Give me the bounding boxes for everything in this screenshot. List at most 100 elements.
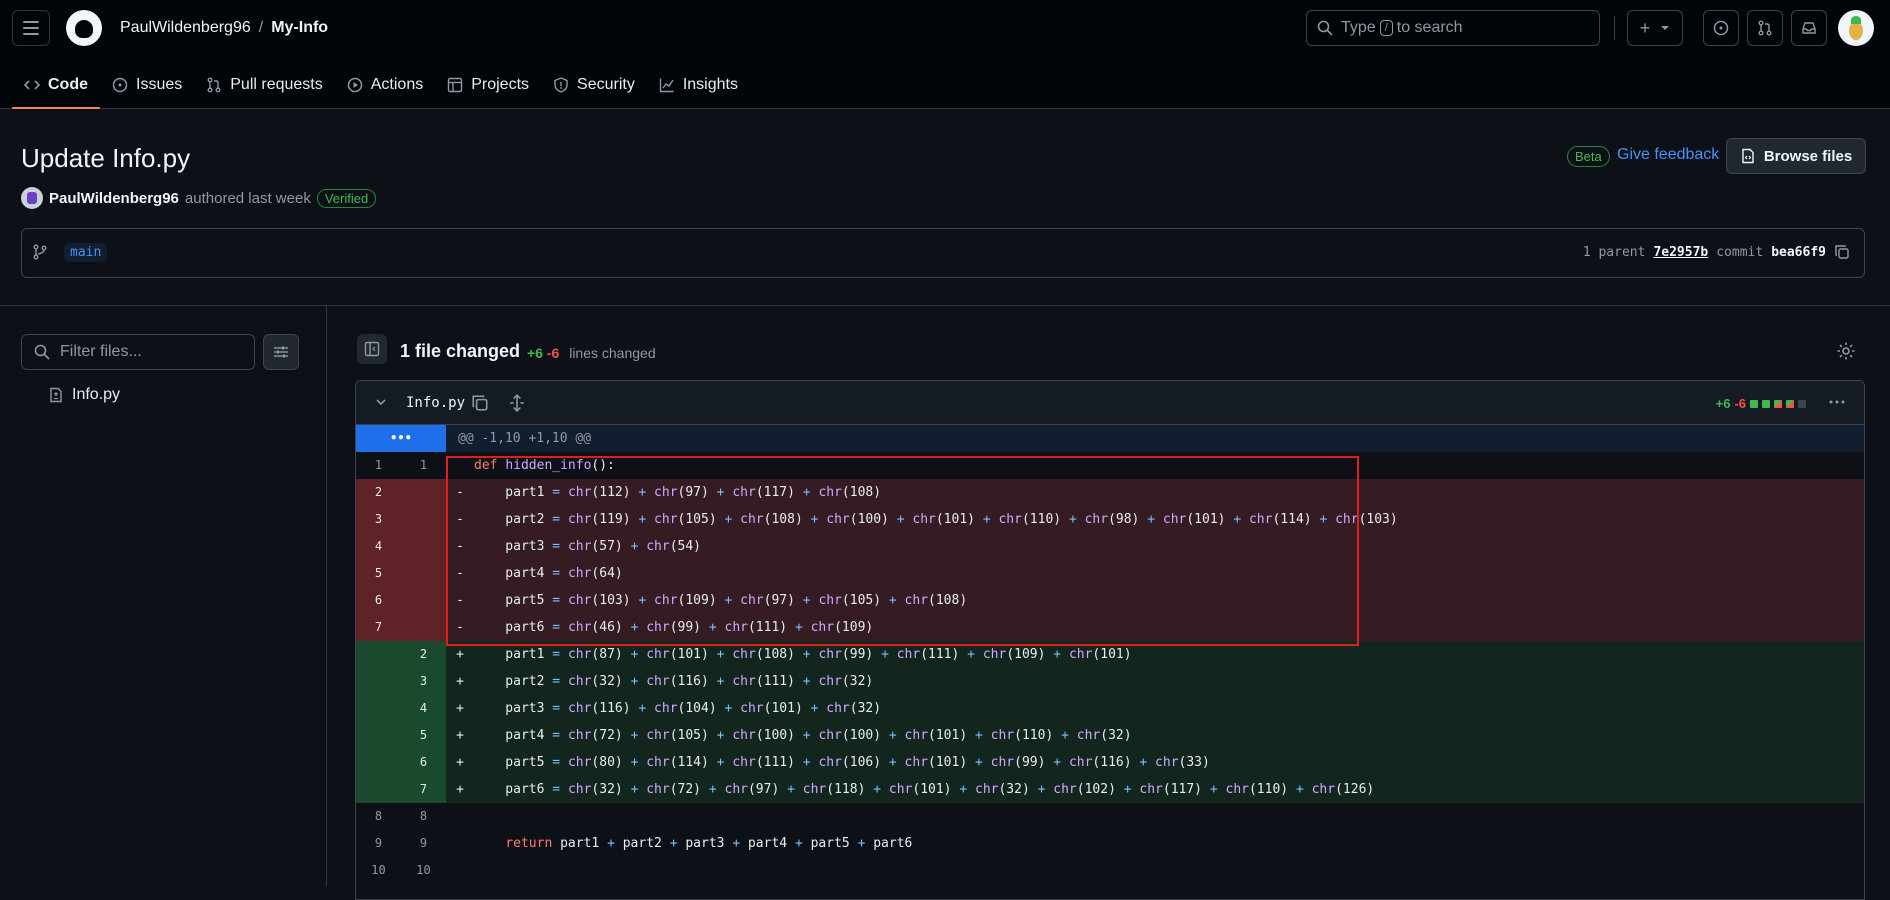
- tab-insights[interactable]: Insights: [647, 60, 750, 109]
- diff-summary: +6 -6 lines changed: [527, 345, 656, 361]
- diff-sign: +: [456, 755, 464, 770]
- pull-request-icon: [1758, 20, 1772, 36]
- plus-icon: +: [1639, 17, 1651, 38]
- browse-files-button[interactable]: Browse files: [1726, 138, 1866, 174]
- old-line-number[interactable]: 6: [356, 587, 401, 614]
- old-line-number[interactable]: [356, 641, 401, 668]
- commit-label: commit: [1716, 244, 1764, 260]
- tab-security[interactable]: Security: [541, 60, 647, 109]
- new-line-number[interactable]: 5: [401, 722, 446, 749]
- copy-icon[interactable]: [1834, 244, 1850, 260]
- new-line-number[interactable]: [401, 560, 446, 587]
- hunk-header-row: ••• @@ -1,10 +1,10 @@: [356, 425, 1864, 452]
- create-new-button[interactable]: +: [1627, 10, 1683, 46]
- search-suffix: to search: [1396, 19, 1463, 36]
- diff-row-deleted: 5 - part4 = chr(64): [356, 560, 1864, 587]
- filter-placeholder: Filter files...: [60, 343, 142, 360]
- issue-icon: [112, 77, 128, 92]
- new-line-number[interactable]: 9: [401, 830, 446, 857]
- old-line-number[interactable]: 4: [356, 533, 401, 560]
- diff-row-deleted: 3 - part2 = chr(119) + chr(105) + chr(108…: [356, 506, 1864, 533]
- parent-hash-link[interactable]: 7e2957b: [1653, 245, 1708, 260]
- kebab-horizontal-icon[interactable]: [1828, 393, 1846, 411]
- inbox-button[interactable]: [1791, 10, 1827, 46]
- new-line-number[interactable]: 4: [401, 695, 446, 722]
- new-line-number[interactable]: [401, 614, 446, 641]
- search-input[interactable]: Type / to search: [1306, 10, 1600, 46]
- author-avatar[interactable]: [21, 187, 43, 209]
- diff-row-added: 3 + part2 = chr(32) + chr(116) + chr(111)…: [356, 668, 1864, 695]
- old-line-number[interactable]: 7: [356, 614, 401, 641]
- new-line-number[interactable]: [401, 587, 446, 614]
- code-line: def hidden_info():: [474, 458, 615, 473]
- tab-code[interactable]: Code: [12, 60, 100, 109]
- toggle-sidebar-button[interactable]: [357, 334, 387, 364]
- code-line: part1 = chr(112) + chr(97) + chr(117) + …: [474, 485, 882, 500]
- issues-button[interactable]: [1703, 10, 1739, 46]
- diff-table: ••• @@ -1,10 +1,10 @@ 1 1 def hidden_info(…: [356, 425, 1864, 884]
- file-tree-item[interactable]: Info.py: [48, 386, 120, 404]
- branch-label[interactable]: main: [64, 243, 108, 262]
- new-line-number[interactable]: 10: [401, 857, 446, 884]
- new-line-number[interactable]: 8: [401, 803, 446, 830]
- file-diff-container: Info.py +6 -6 ••• @@ -1,10 +1,10 @@ 1 1 de…: [355, 380, 1865, 900]
- new-line-number[interactable]: 2: [401, 641, 446, 668]
- gear-icon[interactable]: [1836, 341, 1856, 361]
- filter-files-input[interactable]: Filter files...: [21, 334, 255, 370]
- browse-files-label: Browse files: [1763, 147, 1853, 165]
- tab-actions[interactable]: Actions: [335, 60, 435, 109]
- code-line: part4 = chr(64): [474, 566, 623, 581]
- new-line-number[interactable]: [401, 533, 446, 560]
- old-line-number[interactable]: 2: [356, 479, 401, 506]
- author-name[interactable]: PaulWildenberg96: [49, 190, 179, 207]
- shield-icon: [554, 76, 568, 93]
- new-line-number[interactable]: 6: [401, 749, 446, 776]
- search-prefix: Type: [1341, 19, 1376, 36]
- old-line-number[interactable]: [356, 695, 401, 722]
- expand-hunk-button[interactable]: •••: [356, 425, 446, 452]
- filter-options-button[interactable]: [263, 334, 299, 370]
- top-header: PaulWildenberg96 / My-Info Type / to searc…: [0, 0, 1890, 109]
- old-line-number[interactable]: [356, 668, 401, 695]
- repo-link[interactable]: My-Info: [271, 19, 328, 36]
- pull-requests-button[interactable]: [1747, 10, 1783, 46]
- old-line-number[interactable]: 9: [356, 830, 401, 857]
- commit-author-row: PaulWildenberg96 authored last week Veri…: [21, 187, 377, 209]
- tab-projects[interactable]: Projects: [435, 60, 541, 109]
- search-icon: [34, 344, 50, 360]
- tab-issues[interactable]: Issues: [100, 60, 194, 109]
- new-line-number[interactable]: [401, 479, 446, 506]
- code-icon: [24, 79, 40, 90]
- new-line-number[interactable]: 7: [401, 776, 446, 803]
- old-line-number[interactable]: 1: [356, 452, 401, 479]
- repo-breadcrumb: PaulWildenberg96 / My-Info: [120, 19, 328, 37]
- diff-row-added: 7 + part6 = chr(32) + chr(72) + chr(97) +…: [356, 776, 1864, 803]
- code-line: part4 = chr(72) + chr(105) + chr(100) + …: [474, 728, 1132, 743]
- give-feedback-link[interactable]: Give feedback: [1617, 146, 1719, 164]
- new-line-number[interactable]: 1: [401, 452, 446, 479]
- unfold-icon[interactable]: [508, 394, 526, 412]
- owner-link[interactable]: PaulWildenberg96: [120, 19, 251, 36]
- stat-box-mixed: [1786, 399, 1794, 408]
- old-line-number[interactable]: 8: [356, 803, 401, 830]
- new-line-number[interactable]: 3: [401, 668, 446, 695]
- menu-icon[interactable]: [12, 10, 50, 46]
- old-line-number[interactable]: [356, 749, 401, 776]
- diff-file-name[interactable]: Info.py: [406, 395, 465, 411]
- old-line-number[interactable]: 5: [356, 560, 401, 587]
- file-diff-header: Info.py +6 -6: [356, 381, 1864, 425]
- old-line-number[interactable]: 3: [356, 506, 401, 533]
- diff-sign: -: [456, 593, 464, 608]
- old-line-number[interactable]: [356, 722, 401, 749]
- copy-icon[interactable]: [471, 394, 489, 412]
- tab-label: Code: [48, 75, 88, 93]
- user-avatar[interactable]: [1838, 10, 1874, 46]
- old-line-number[interactable]: 10: [356, 857, 401, 884]
- tab-pull-requests[interactable]: Pull requests: [194, 60, 335, 109]
- chevron-down-icon[interactable]: [374, 395, 388, 409]
- commit-branch-box: main 1 parent 7e2957b commit bea66f9: [21, 228, 1865, 278]
- new-line-number[interactable]: [401, 506, 446, 533]
- old-line-number[interactable]: [356, 776, 401, 803]
- github-logo-icon[interactable]: [66, 10, 102, 46]
- verified-badge[interactable]: Verified: [316, 188, 377, 208]
